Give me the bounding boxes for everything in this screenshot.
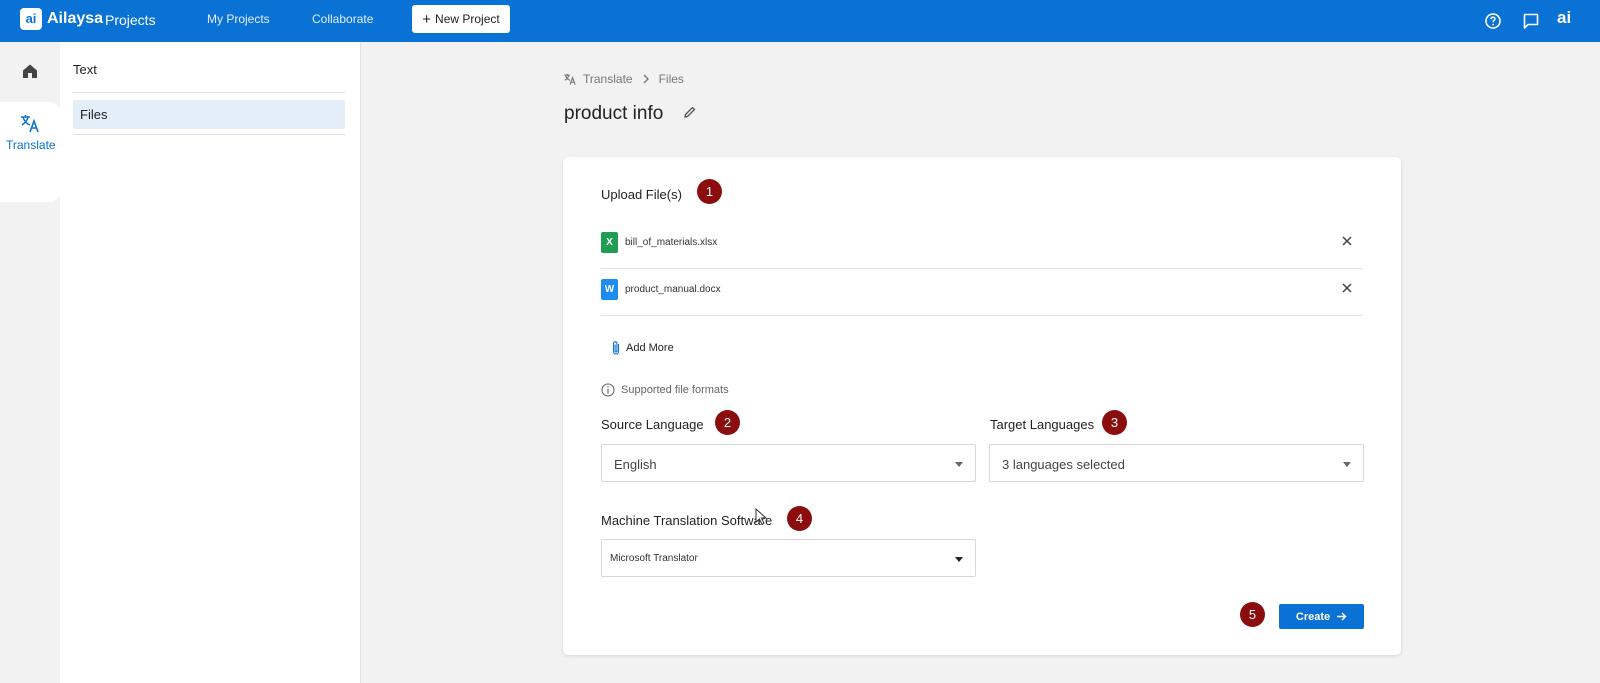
- mt-software-value: Microsoft Translator: [610, 553, 698, 564]
- remove-file-button[interactable]: [1341, 235, 1353, 247]
- page-title: product info: [564, 103, 664, 124]
- file-row: X bill_of_materials.xlsx: [601, 222, 1363, 269]
- pencil-icon: [684, 106, 696, 118]
- top-bar: ai Ailaysa Projects My Projects Collabor…: [0, 0, 1600, 42]
- project-form-card: Upload File(s) 1 X bill_of_materials.xls…: [563, 157, 1401, 655]
- caret-down-icon: [1343, 462, 1351, 467]
- chat-icon[interactable]: [1521, 11, 1541, 31]
- source-language-select[interactable]: English: [601, 444, 976, 482]
- translate-icon: [564, 73, 576, 85]
- edit-title-button[interactable]: [683, 105, 697, 124]
- nav-rail: Translate: [0, 42, 60, 683]
- breadcrumb-translate[interactable]: Translate: [583, 72, 633, 86]
- caret-down-icon: [955, 462, 963, 467]
- brand-subtitle: Projects: [105, 12, 156, 28]
- create-button[interactable]: Create: [1279, 604, 1364, 629]
- mt-software-select[interactable]: Microsoft Translator: [601, 539, 976, 577]
- caret-down-icon: [955, 557, 963, 562]
- step-marker-2: 2: [715, 410, 740, 435]
- logo-icon[interactable]: ai: [20, 8, 42, 30]
- nav-my-projects[interactable]: My Projects: [207, 12, 270, 26]
- upload-files-label: Upload File(s): [601, 187, 682, 202]
- sidepanel-item-text[interactable]: Text: [73, 62, 97, 77]
- breadcrumb: Translate Files: [563, 72, 684, 86]
- add-more-label: Add More: [626, 342, 674, 354]
- file-row: W product_manual.docx: [601, 269, 1363, 316]
- mouse-cursor-icon: [755, 508, 767, 526]
- source-language-value: English: [614, 457, 657, 472]
- step-marker-1: 1: [697, 179, 722, 204]
- new-project-button[interactable]: + New Project: [412, 5, 510, 33]
- nav-collaborate[interactable]: Collaborate: [312, 12, 373, 26]
- chevron-right-icon: [643, 74, 649, 84]
- rail-translate-label: Translate: [6, 138, 56, 152]
- supported-formats-link[interactable]: Supported file formats: [601, 383, 729, 397]
- rail-home-button[interactable]: [0, 42, 60, 100]
- file-name: bill_of_materials.xlsx: [625, 237, 718, 248]
- target-languages-select[interactable]: 3 languages selected: [989, 444, 1364, 482]
- plus-icon: +: [422, 10, 432, 28]
- rail-translate-button[interactable]: Translate: [0, 102, 60, 202]
- step-marker-4: 4: [787, 506, 812, 531]
- new-project-label: New Project: [435, 12, 500, 26]
- arrow-right-icon: [1337, 612, 1347, 621]
- create-label: Create: [1295, 610, 1331, 623]
- divider: [73, 134, 345, 135]
- help-icon[interactable]: [1483, 11, 1503, 31]
- breadcrumb-files: Files: [658, 72, 684, 86]
- file-name: product_manual.docx: [625, 284, 721, 295]
- paperclip-icon: [612, 341, 620, 355]
- target-languages-label: Target Languages: [990, 417, 1095, 432]
- divider: [73, 92, 345, 93]
- target-languages-value: 3 languages selected: [1002, 457, 1125, 472]
- excel-file-icon: X: [601, 232, 618, 253]
- step-marker-5: 5: [1240, 602, 1265, 627]
- home-icon: [23, 64, 37, 78]
- translate-icon: [21, 115, 39, 133]
- brand-name[interactable]: Ailaysa: [47, 10, 103, 28]
- step-marker-3: 3: [1102, 410, 1127, 435]
- remove-file-button[interactable]: [1341, 282, 1353, 294]
- user-avatar[interactable]: ai: [1557, 8, 1571, 28]
- info-icon: [601, 383, 615, 397]
- mt-software-label: Machine Translation Software: [601, 513, 773, 528]
- supported-formats-label: Supported file formats: [621, 384, 729, 396]
- sidepanel-item-files[interactable]: Files: [73, 100, 345, 129]
- side-panel: Text Files: [60, 42, 361, 683]
- source-language-label: Source Language: [601, 417, 704, 432]
- add-more-button[interactable]: Add More: [610, 340, 674, 356]
- word-file-icon: W: [601, 279, 618, 300]
